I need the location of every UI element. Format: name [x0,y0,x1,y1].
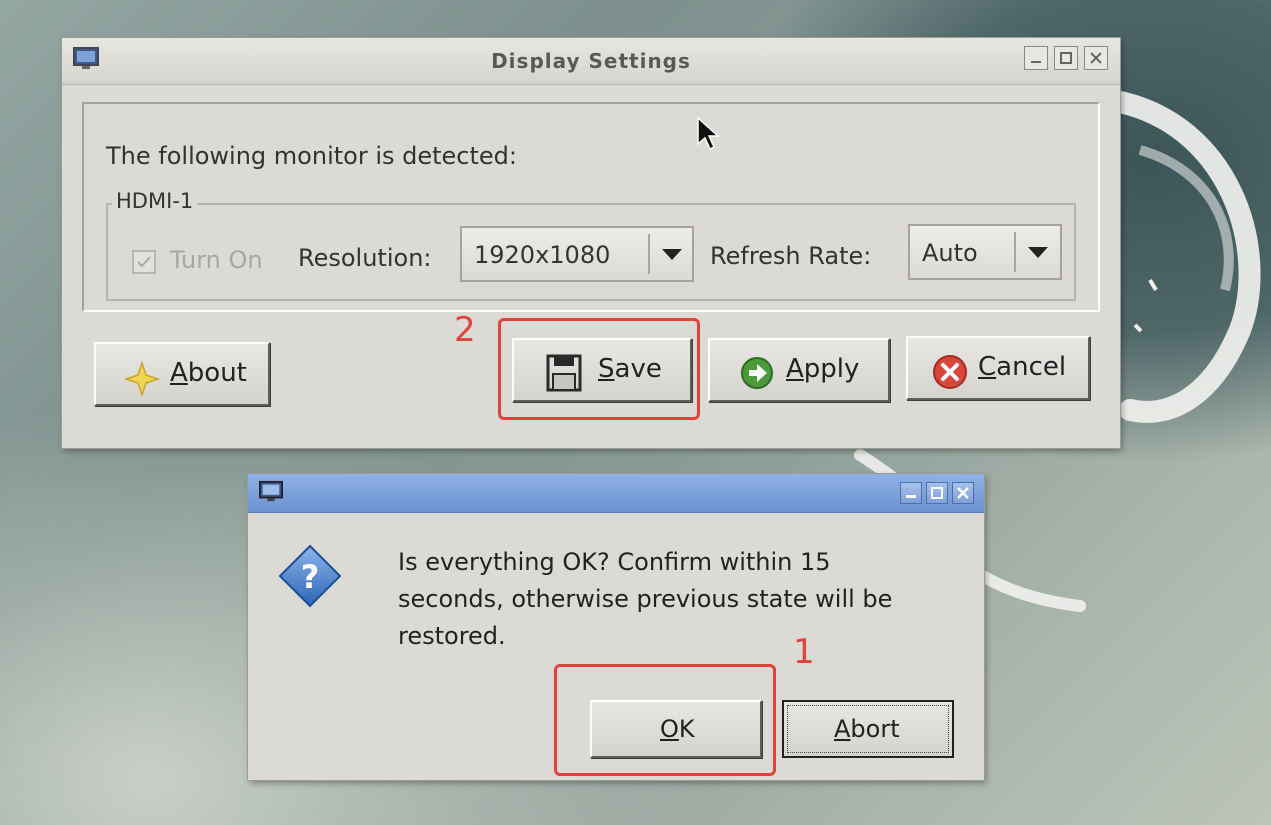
abort-label: Abort [834,715,900,743]
minimize-icon [906,495,916,498]
titlebar: Display Settings [62,38,1120,85]
apply-label: Apply [786,354,860,384]
about-button[interactable]: About [94,342,270,406]
maximize-button[interactable] [926,482,948,504]
resolution-combobox[interactable]: 1920x1080 [460,226,694,282]
apply-arrow-icon [741,357,773,389]
abort-button[interactable]: Abort [782,700,954,758]
cancel-button[interactable]: Cancel [906,336,1090,400]
monitor-icon [258,480,284,508]
checkmark-icon [137,256,151,268]
detected-label: The following monitor is detected: [106,142,517,170]
ok-highlight [554,664,776,776]
question-icon: ? [278,544,342,608]
minimize-icon [1031,61,1041,63]
mouse-cursor-icon [697,116,720,151]
step-1-label: 1 [793,632,815,672]
close-button[interactable] [1084,46,1108,70]
resolution-value: 1920x1080 [474,241,611,269]
apply-button[interactable]: Apply [708,338,890,402]
close-icon [1090,52,1102,64]
confirm-titlebar [248,474,984,513]
message-line: Is everything OK? Confirm within 15 [398,548,831,576]
refresh-rate-combobox[interactable]: Auto [908,224,1062,280]
minimize-button[interactable] [1024,46,1048,70]
monitor-name-label: HDMI-1 [112,189,198,213]
chevron-down-icon [1028,247,1048,258]
window-title: Display Settings [491,49,691,73]
cancel-label: Cancel [978,352,1067,382]
save-highlight [498,318,700,420]
maximize-icon [931,487,943,499]
close-button[interactable] [952,482,974,504]
star-icon [124,361,160,397]
maximize-button[interactable] [1054,46,1078,70]
cancel-icon [933,355,967,389]
minimize-button[interactable] [900,482,922,504]
refresh-rate-label: Refresh Rate: [710,242,872,270]
maximize-icon [1060,52,1072,64]
about-label: About [170,358,247,388]
turn-on-checkbox[interactable] [132,250,156,274]
refresh-rate-value: Auto [922,239,978,267]
confirm-message: Is everything OK? Confirm within 15 seco… [398,544,978,655]
turn-on-label: Turn On [170,246,263,274]
chevron-down-icon [662,249,682,260]
message-line: restored. [398,622,506,650]
resolution-label: Resolution: [298,244,432,272]
step-2-label: 2 [454,310,476,350]
svg-text:?: ? [301,558,320,596]
message-line: seconds, otherwise previous state will b… [398,585,893,613]
close-icon [957,487,969,499]
